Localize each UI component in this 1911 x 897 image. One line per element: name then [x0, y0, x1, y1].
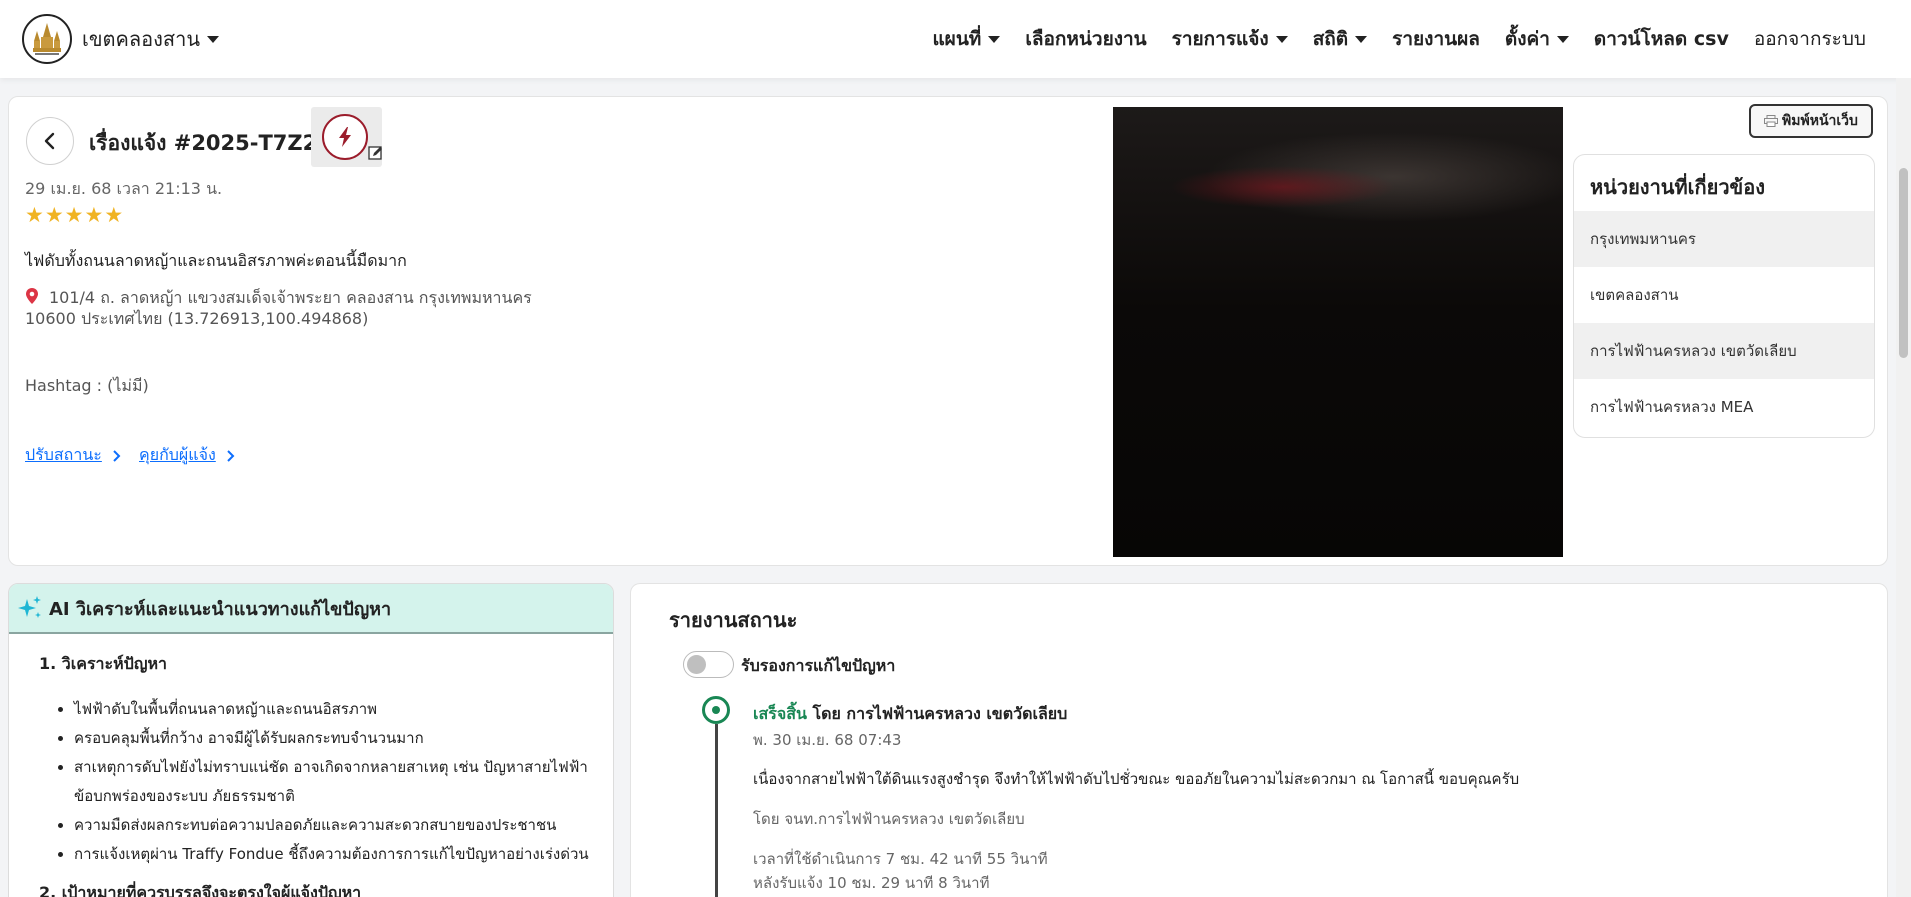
agency-item[interactable]: กรุงเทพมหานคร — [1574, 211, 1874, 267]
agency-item[interactable]: การไฟฟ้านครหลวง เขตวัดเลียบ — [1574, 323, 1874, 379]
approve-resolution-label: รับรองการแก้ไขปัญหา — [741, 656, 896, 675]
chevron-right-icon — [113, 449, 121, 462]
ai-analysis-title: AI วิเคราะห์และแนะนำแนวทางแก้ไขปัญหา — [49, 598, 392, 620]
timeline-entry-duration: เวลาที่ใช้ดำเนินการ 7 ชม. 42 นาที 55 วิน… — [753, 850, 1048, 868]
nav-item-label: รายการแจ้ง — [1171, 28, 1269, 50]
list-item: ไฟฟ้าดับในพื้นที่ถนนลาดหญ้าและถนนอิสรภาพ — [74, 695, 594, 724]
nav-item-label: สถิติ — [1312, 28, 1349, 50]
ticket-description: ไฟดับทั้งถนนลาดหญ้าและถนนอิสรภาพค่ะตอนนี… — [25, 251, 407, 270]
lightning-icon — [322, 114, 368, 160]
nav-item-logout[interactable]: ออกจากระบบ — [1754, 24, 1866, 54]
caret-down-icon — [1556, 35, 1569, 43]
report-photo[interactable] — [1113, 107, 1563, 557]
ai-section-heading: 1. วิเคราะห์ปัญหา — [39, 654, 167, 673]
nav-item-label: ออกจากระบบ — [1753, 28, 1866, 50]
nav-item-download-csv[interactable]: ดาวน์โหลด csv — [1594, 24, 1729, 54]
nav-item-statistics[interactable]: สถิติ — [1312, 24, 1368, 54]
list-item: สาเหตุการดับไฟยังไม่ทราบแน่ชัด อาจเกิดจา… — [74, 753, 594, 811]
chevron-left-icon — [44, 132, 55, 150]
scrollbar-thumb[interactable] — [1899, 168, 1908, 358]
caret-down-icon — [1275, 35, 1288, 43]
sparkles-icon — [18, 596, 41, 618]
ai-bullet-list: ไฟฟ้าดับในพื้นที่ถนนลาดหญ้าและถนนอิสรภาพ… — [74, 695, 594, 869]
list-item: ความมืดส่งผลกระทบต่อความปลอดภัยและความสะ… — [74, 811, 594, 840]
ticket-title: เรื่องแจ้ง #2025-T7Z2T4 — [89, 131, 347, 155]
timeline-entry-date: พ. 30 เม.ย. 68 07:43 — [753, 731, 902, 749]
timeline-entry-by: โดย การไฟฟ้านครหลวง เขตวัดเลียบ — [812, 704, 1068, 723]
rating-stars: ★ ★ ★ ★ ★ — [25, 205, 124, 226]
edit-icon — [368, 146, 382, 160]
top-navbar: เขตคลองสาน แผนที่ เลือกหน่วยงาน รายการแจ… — [0, 0, 1911, 78]
link-label: คุยกับผู้แจ้ง — [139, 445, 216, 464]
print-icon — [1764, 115, 1779, 127]
page-scrollbar[interactable] — [1896, 78, 1911, 897]
ai-analysis-card: AI วิเคราะห์และแนะนำแนวทางแก้ไขปัญหา 1. … — [8, 583, 614, 897]
caret-down-icon — [207, 35, 220, 43]
agency-item[interactable]: เขตคลองสาน — [1574, 267, 1874, 323]
ai-section-heading: 2. เป้าหมายที่ควรบรรลุจึงจะตรงใจผู้แจ้งป… — [39, 883, 362, 897]
caret-down-icon — [1355, 35, 1368, 43]
ai-analysis-header: AI วิเคราะห์และแนะนำแนวทางแก้ไขปัญหา — [9, 584, 613, 634]
update-status-link[interactable]: ปรับสถานะ — [25, 443, 121, 468]
nav-item-reports-list[interactable]: รายการแจ้ง — [1172, 24, 1288, 54]
star-icon: ★ — [25, 203, 44, 227]
caret-down-icon — [988, 35, 1001, 43]
status-report-card: รายงานสถานะ รับรองการแก้ไขปัญหา เสร็จสิ้… — [630, 583, 1888, 897]
nav-item-label: เลือกหน่วยงาน — [1025, 28, 1147, 50]
list-item: การแจ้งเหตุผ่าน Traffy Fondue ชี้ถึงความ… — [74, 840, 594, 869]
chat-reporter-link[interactable]: คุยกับผู้แจ้ง — [139, 443, 235, 468]
status-report-title: รายงานสถานะ — [669, 608, 798, 632]
toggle-knob — [687, 655, 706, 674]
timeline-entry-after: หลังรับแจ้ง 10 ชม. 29 นาที 8 วินาที — [753, 874, 990, 892]
nav-item-label: ดาวน์โหลด csv — [1593, 28, 1729, 50]
nav-item-label: รายงานผล — [1392, 28, 1480, 50]
timeline-entry-heading: เสร็จสิ้น โดย การไฟฟ้านครหลวง เขตวัดเลีย… — [753, 702, 1067, 727]
brand-dropdown[interactable]: เขตคลองสาน — [22, 14, 220, 64]
related-agencies-panel: หน่วยงานที่เกี่ยวข้อง กรุงเทพมหานคร เขตค… — [1573, 154, 1875, 438]
nav-item-settings[interactable]: ตั้งค่า — [1505, 24, 1569, 54]
star-icon: ★ — [84, 203, 104, 227]
nav-item-select-agency[interactable]: เลือกหน่วยงาน — [1025, 24, 1146, 54]
approve-resolution-toggle[interactable] — [683, 651, 734, 678]
related-agencies-title: หน่วยงานที่เกี่ยวข้อง — [1590, 175, 1765, 199]
timeline-done-icon — [702, 696, 730, 724]
timeline-line — [715, 724, 718, 897]
nav-item-label: แผนที่ — [932, 28, 982, 50]
agency-item[interactable]: การไฟฟ้านครหลวง MEA — [1574, 379, 1874, 435]
brand-name: เขตคลองสาน — [82, 27, 201, 51]
chevron-right-icon — [227, 449, 235, 462]
nav-item-label: ตั้งค่า — [1504, 28, 1550, 50]
report-datetime: 29 เม.ย. 68 เวลา 21:13 น. — [25, 179, 223, 198]
status-badge: เสร็จสิ้น — [753, 704, 807, 723]
problem-type-button[interactable] — [311, 107, 382, 167]
nav-item-results-report[interactable]: รายงานผล — [1392, 24, 1480, 54]
timeline-entry-officer: โดย จนท.การไฟฟ้านครหลวง เขตวัดเลียบ — [753, 810, 1025, 828]
ai-analysis-body: 1. วิเคราะห์ปัญหา ไฟฟ้าดับในพื้นที่ถนนลา… — [9, 634, 613, 897]
print-button-label: พิมพ์หน้าเว็บ — [1782, 113, 1858, 129]
link-label: ปรับสถานะ — [25, 445, 102, 464]
back-button[interactable] — [26, 117, 74, 165]
star-icon: ★ — [44, 203, 64, 227]
ticket-detail-card: เรื่องแจ้ง #2025-T7Z2T4 29 เม.ย. 68 เวลา… — [8, 96, 1888, 566]
timeline-entry-message: เนื่องจากสายไฟฟ้าใต้ดินแรงสูงชำรุด จึงทำ… — [753, 770, 1520, 788]
star-icon: ★ — [104, 203, 124, 227]
nav-menu: แผนที่ เลือกหน่วยงาน รายการแจ้ง สถิติ รา… — [907, 0, 1866, 78]
district-logo-icon — [22, 14, 72, 64]
ticket-address: 101/4 ถ. ลาดหญ้า แขวงสมเด็จเจ้าพระยา คลอ… — [25, 288, 532, 328]
list-item: ครอบคลุมพื้นที่กว้าง อาจมีผู้ได้รับผลกระ… — [74, 724, 594, 753]
hashtag-text: Hashtag : (ไม่มี) — [25, 376, 149, 395]
star-icon: ★ — [64, 203, 84, 227]
nav-item-map[interactable]: แผนที่ — [932, 24, 1001, 54]
print-page-button[interactable]: พิมพ์หน้าเว็บ — [1749, 104, 1873, 138]
